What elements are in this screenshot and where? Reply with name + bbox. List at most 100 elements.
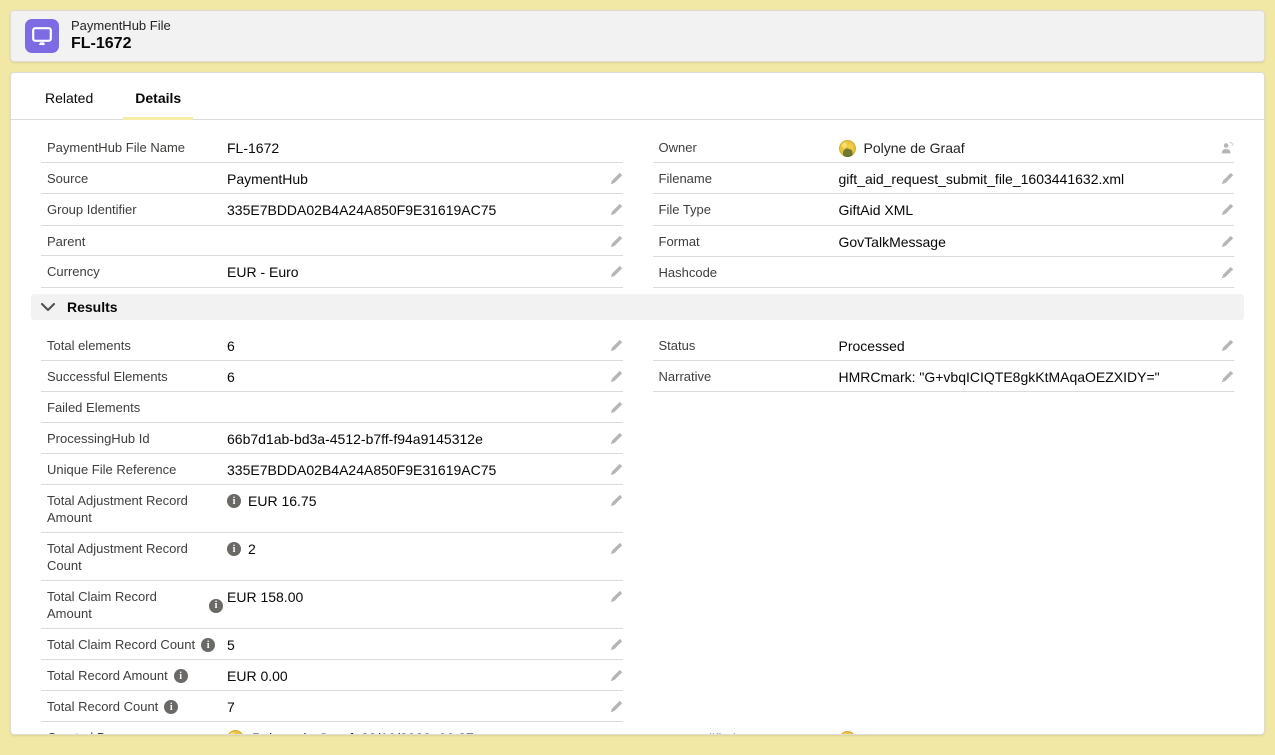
field-row-currency: Currency EUR - Euro xyxy=(41,256,623,287)
field-label: Total Adjustment Record Count xyxy=(41,539,227,575)
edit-icon[interactable] xyxy=(610,700,623,713)
field-value: 5 xyxy=(227,635,601,654)
field-row-source: Source PaymentHub xyxy=(41,163,623,194)
edit-icon[interactable] xyxy=(610,638,623,651)
field-label: Total Claim Record Count xyxy=(41,635,227,654)
help-info-icon[interactable] xyxy=(164,700,178,714)
field-label: Successful Elements xyxy=(41,367,227,386)
field-row-format: Format GovTalkMessage xyxy=(653,226,1235,257)
field-value: Polyne de Graaf xyxy=(839,138,1213,157)
edit-icon[interactable] xyxy=(610,339,623,352)
field-value: PaymentHub xyxy=(227,169,601,188)
record-detail-card: Related Details PaymentHub File Name FL-… xyxy=(10,72,1265,735)
section-title: Results xyxy=(67,299,118,315)
edit-icon[interactable] xyxy=(610,432,623,445)
field-label: PaymentHub File Name xyxy=(41,138,227,157)
field-row-filename: Filename gift_aid_request_submit_file_16… xyxy=(653,163,1235,194)
created-by-link[interactable]: Polyne de Graaf xyxy=(252,729,353,735)
field-label: Owner xyxy=(653,138,839,157)
field-value: 66b7d1ab-bd3a-4512-b7ff-f94a9145312e xyxy=(227,429,601,448)
results-section: Total elements 6 Successful Elements 6 F… xyxy=(31,330,1244,735)
field-label-text: Total Record Count xyxy=(47,699,158,716)
field-label: Total Record Amount xyxy=(41,666,227,685)
field-row-paymenthub-file-name: PaymentHub File Name FL-1672 xyxy=(41,132,623,163)
created-date: , 23/10/2020, 09:27 xyxy=(353,729,474,735)
field-label: Failed Elements xyxy=(41,398,227,417)
field-label: Group Identifier xyxy=(41,200,227,219)
left-column: Total elements 6 Successful Elements 6 F… xyxy=(41,330,623,735)
field-label: Created By xyxy=(41,728,227,735)
field-value: 6 xyxy=(227,336,601,355)
edit-cell xyxy=(601,138,623,141)
field-value xyxy=(839,263,1213,264)
field-label: Total Claim Record Amount xyxy=(41,587,227,623)
details-panel: PaymentHub File Name FL-1672 Source Paym… xyxy=(11,120,1264,735)
owner-link[interactable]: Polyne de Graaf xyxy=(864,139,965,157)
field-value: 6 xyxy=(227,367,601,386)
edit-icon[interactable] xyxy=(1221,172,1234,185)
field-label: Format xyxy=(653,232,839,251)
edit-icon[interactable] xyxy=(610,401,623,414)
edit-icon[interactable] xyxy=(1221,370,1234,383)
help-info-icon[interactable] xyxy=(227,494,241,508)
field-label: Hashcode xyxy=(653,263,839,282)
field-value: 7 xyxy=(227,697,601,716)
edit-icon[interactable] xyxy=(1221,266,1234,279)
change-owner-icon[interactable] xyxy=(1220,141,1234,155)
field-label: Total Record Count xyxy=(41,697,227,716)
field-row-owner: Owner Polyne de Graaf xyxy=(653,132,1235,163)
left-column: PaymentHub File Name FL-1672 Source Paym… xyxy=(41,132,623,288)
field-value: Polyne de Graaf , 23/10/2020, 09:27 xyxy=(839,729,1213,735)
field-label: ProcessingHub Id xyxy=(41,429,227,448)
edit-icon[interactable] xyxy=(610,590,623,603)
field-row-status: Status Processed xyxy=(653,330,1235,361)
edit-icon[interactable] xyxy=(610,265,623,278)
tab-related[interactable]: Related xyxy=(33,90,105,119)
details-top-section: PaymentHub File Name FL-1672 Source Paym… xyxy=(31,132,1244,288)
field-row-total-elements: Total elements 6 xyxy=(41,330,623,361)
field-value xyxy=(227,232,601,233)
help-info-icon[interactable] xyxy=(174,669,188,683)
field-row-parent: Parent xyxy=(41,226,623,257)
right-column: Status Processed Narrative HMRCmark: "G+… xyxy=(653,330,1235,735)
column-spacer xyxy=(653,392,1235,723)
edit-icon[interactable] xyxy=(1221,339,1234,352)
field-value: EUR - Euro xyxy=(227,262,601,281)
tab-bar: Related Details xyxy=(11,73,1264,120)
edit-icon[interactable] xyxy=(610,235,623,248)
avatar xyxy=(227,730,244,735)
field-label: Unique File Reference xyxy=(41,460,227,479)
field-row-total-adjustment-record-amount: Total Adjustment Record Amount EUR 16.75 xyxy=(41,485,623,533)
field-value: EUR 16.75 xyxy=(227,491,601,510)
field-row-file-type: File Type GiftAid XML xyxy=(653,194,1235,225)
edit-icon[interactable] xyxy=(610,172,623,185)
help-info-icon[interactable] xyxy=(201,638,215,652)
field-row-narrative: Narrative HMRCmark: "G+vbqICIQTE8gkKtMAq… xyxy=(653,361,1235,392)
avatar xyxy=(839,140,856,157)
field-row-last-modified-by: Last Modified By Polyne de Graaf , 23/10… xyxy=(653,723,1235,735)
field-value: EUR 0.00 xyxy=(227,666,601,685)
field-row-processinghub-id: ProcessingHub Id 66b7d1ab-bd3a-4512-b7ff… xyxy=(41,423,623,454)
edit-icon[interactable] xyxy=(610,463,623,476)
edit-icon[interactable] xyxy=(610,669,623,682)
edit-icon[interactable] xyxy=(1221,235,1234,248)
results-section-header[interactable]: Results xyxy=(31,294,1244,320)
field-value: GovTalkMessage xyxy=(839,232,1213,251)
edit-icon[interactable] xyxy=(610,370,623,383)
tab-details[interactable]: Details xyxy=(123,90,193,119)
help-info-icon[interactable] xyxy=(209,599,223,613)
field-row-total-claim-record-count: Total Claim Record Count 5 xyxy=(41,629,623,660)
field-value: Processed xyxy=(839,336,1213,355)
edit-icon[interactable] xyxy=(610,203,623,216)
field-label-text: Total Record Amount xyxy=(47,668,168,685)
field-label: Total elements xyxy=(41,336,227,355)
edit-icon[interactable] xyxy=(1221,203,1234,216)
help-info-icon[interactable] xyxy=(227,542,241,556)
last-modified-by-link[interactable]: Polyne de Graaf xyxy=(864,730,965,735)
edit-icon[interactable] xyxy=(610,494,623,507)
field-label: Parent xyxy=(41,232,227,251)
edit-icon[interactable] xyxy=(610,542,623,555)
field-value: HMRCmark: "G+vbqICIQTE8gkKtMAqaOEZXIDY=" xyxy=(839,367,1213,386)
field-value: Polyne de Graaf , 23/10/2020, 09:27 xyxy=(227,728,601,735)
field-label: Total Adjustment Record Amount xyxy=(41,491,227,527)
